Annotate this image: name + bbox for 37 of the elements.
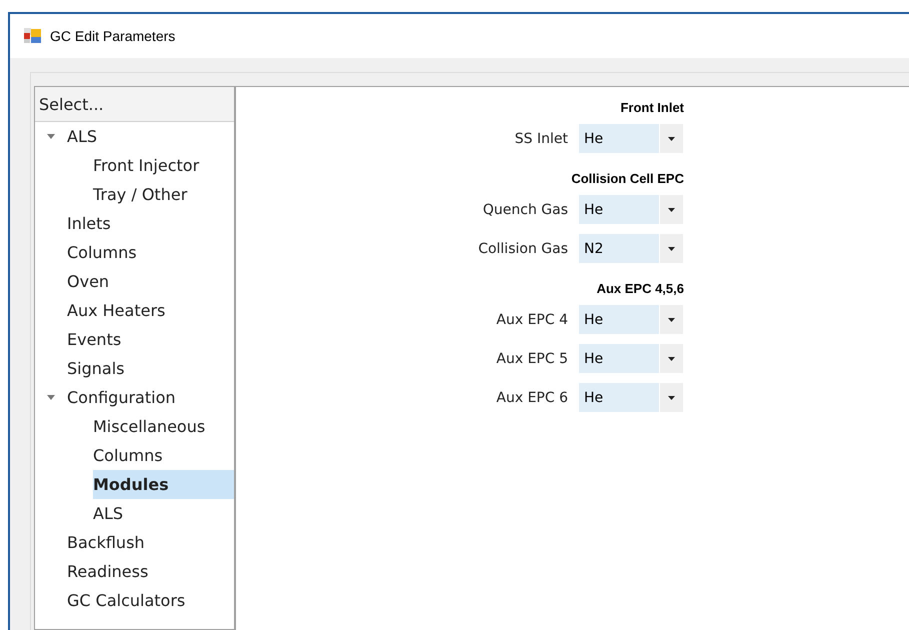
tree-item[interactable]: Modules [93, 470, 234, 499]
dropdown-arrow-icon[interactable] [668, 136, 675, 140]
tree-item[interactable]: Front Injector [93, 151, 204, 180]
tree-header: Select... [35, 87, 234, 122]
tree-item[interactable]: Inlets [67, 209, 116, 238]
tree-item[interactable]: Tray / Other [93, 180, 192, 209]
section-title: Front Inlet [619, 98, 684, 116]
tree-item[interactable]: Readiness [67, 557, 154, 586]
tree-item[interactable]: Columns [93, 441, 168, 470]
dropdown-arrow-icon[interactable] [668, 396, 675, 400]
tree-item[interactable]: Backflush [67, 528, 150, 557]
field-label: Aux EPC 6 [495, 390, 569, 406]
tree-item[interactable]: Aux Heaters [67, 296, 170, 325]
app-icon [24, 28, 42, 44]
field-label: Quench Gas [482, 202, 569, 218]
tree-item[interactable]: Columns [67, 238, 142, 267]
dropdown-arrow-icon[interactable] [668, 208, 675, 212]
field-label: Collision Gas [477, 240, 569, 256]
dropdown-arrow-icon[interactable] [668, 246, 675, 250]
section-title: Aux EPC 4,5,6 [596, 280, 684, 298]
tree-item[interactable]: Miscellaneous [93, 412, 210, 441]
collapse-icon[interactable] [47, 134, 55, 139]
field-label: Aux EPC 5 [495, 350, 569, 366]
collapse-icon[interactable] [47, 395, 55, 400]
tree-item[interactable]: Signals [67, 354, 130, 383]
dropdown-arrow-icon[interactable] [668, 318, 675, 322]
window-title: GC Edit Parameters [50, 28, 176, 44]
dropdown-arrow-icon[interactable] [668, 356, 675, 360]
tree-item[interactable]: GC Calculators [67, 586, 190, 615]
field-label: SS Inlet [514, 130, 569, 146]
tree-item[interactable]: Oven [67, 267, 114, 296]
field-label: Aux EPC 4 [495, 312, 569, 328]
section-title: Collision Cell EPC [570, 170, 684, 188]
tree-item[interactable]: Configuration [67, 383, 181, 412]
tree-item[interactable]: ALS [67, 122, 102, 151]
tree-item[interactable]: Events [67, 325, 126, 354]
tree-item[interactable]: ALS [93, 499, 128, 528]
